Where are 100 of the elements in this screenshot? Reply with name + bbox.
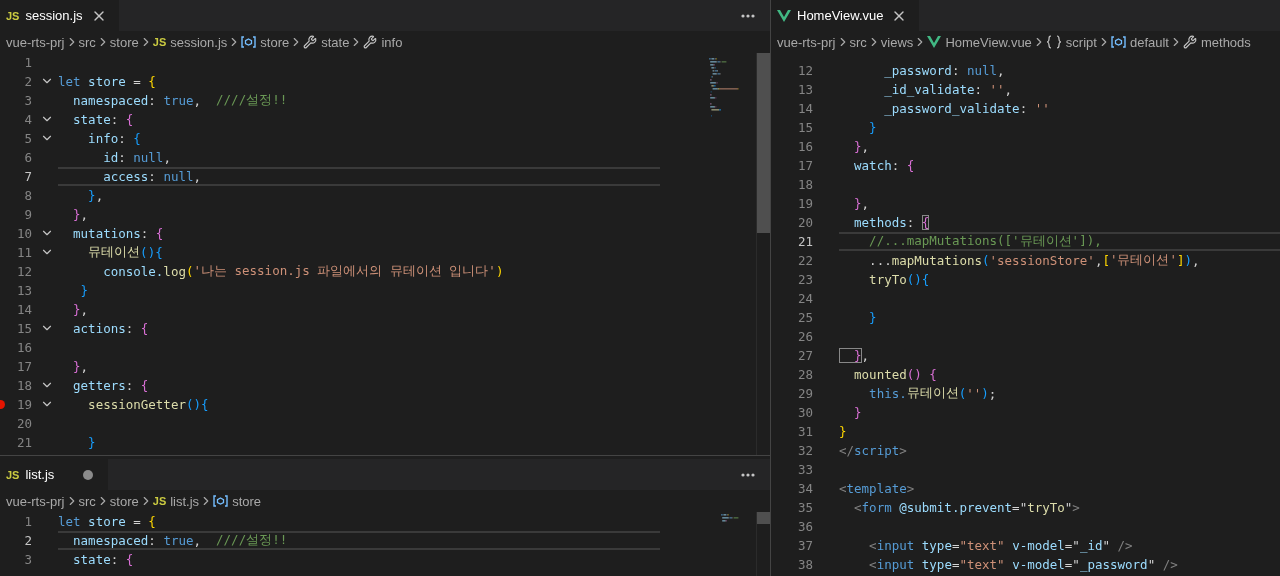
line-number: 36 (796, 519, 813, 534)
breadcrumb-item[interactable]: JS session.js (152, 34, 228, 50)
line-number: 29 (796, 386, 813, 401)
code-line: } (853, 404, 863, 422)
code-line: namespaced: true, ////설정!! (58, 531, 660, 550)
line-number: 30 (796, 405, 813, 420)
breadcrumb-item[interactable]: info (363, 34, 403, 50)
code-line: }, (72, 358, 90, 376)
scrollbar-thumb[interactable] (757, 512, 770, 524)
line-number: 25 (796, 310, 813, 325)
line-number: 34 (796, 481, 813, 496)
code-line: } (839, 423, 848, 441)
breadcrumb-item[interactable]: methods (1182, 34, 1251, 50)
code-line: sessionGetter(){ (87, 396, 210, 414)
code-line: }, (72, 206, 90, 224)
code-line: 뮤테이션(){ (87, 243, 164, 262)
line-number: 31 (796, 424, 813, 439)
wrench-icon (363, 35, 378, 49)
code-line: actions: { (72, 320, 150, 338)
code-line: id: null, (102, 149, 172, 167)
code-line: access: null, (58, 167, 660, 186)
line-number: 37 (796, 538, 813, 553)
line-number: 12 (796, 63, 813, 78)
braces-icon (1045, 35, 1062, 49)
code-line: ...mapMutations('sessionStore',['뮤테이션']), (868, 251, 1201, 270)
line-number: 15 (796, 120, 813, 135)
line-number: 23 (796, 272, 813, 287)
line-number: 24 (796, 291, 813, 306)
breadcrumb-item[interactable]: src (849, 34, 867, 50)
code-line: //...mapMutations(['뮤테이션']), (839, 232, 1280, 251)
breadcrumb-item[interactable]: default (1110, 34, 1169, 50)
code-line: tryTo(){ (868, 271, 931, 289)
line-number: 14 (796, 101, 813, 116)
more-icon (741, 13, 755, 18)
line-number: 6 (23, 150, 32, 165)
line-number: 11 (15, 245, 32, 260)
line-number: 7 (23, 169, 32, 184)
editor-tab[interactable]: JS session.js (0, 0, 119, 31)
js-file-icon: JS (6, 9, 20, 22)
wrench-icon (303, 35, 318, 49)
line-number: 13 (15, 283, 32, 298)
line-number: 21 (15, 435, 32, 450)
scrollbar-thumb[interactable] (757, 53, 770, 233)
breadcrumb-item[interactable]: src (78, 493, 96, 509)
breadcrumb-item[interactable]: JS list.js (152, 493, 200, 509)
tab-label: HomeView.vue (797, 8, 884, 23)
code-line: mutations: { (72, 225, 165, 243)
code-line: <input type="text" v-model="_id" /> (868, 537, 1134, 555)
js-file-icon: JS (152, 495, 167, 507)
code-line: console.log('나는 session.js 파일에서의 뮤테이션 입니다') (102, 262, 505, 281)
wrench-icon (1182, 35, 1197, 49)
line-number: 13 (796, 82, 813, 97)
line-number: 33 (796, 462, 813, 477)
editor-tab[interactable]: HomeView.vue (771, 0, 920, 31)
code-line: mounted() { (853, 366, 938, 384)
line-number: 19 (796, 196, 813, 211)
line-number: 2 (23, 533, 32, 548)
variable-icon (241, 36, 257, 48)
breadcrumb-item[interactable]: store (109, 34, 139, 50)
line-number: 17 (15, 359, 32, 374)
variable-icon (1110, 36, 1126, 48)
line-number: 18 (796, 177, 813, 192)
tab-label: session.js (25, 8, 83, 23)
line-number: 14 (15, 302, 32, 317)
line-number: 20 (796, 215, 813, 230)
code-line: namespaced: true, ////설정!! (72, 91, 289, 110)
code-line: } (868, 309, 878, 327)
code-line: <form @submit.prevent="tryTo"> (853, 499, 1081, 517)
line-number: 19 (15, 397, 32, 412)
breadcrumb-item[interactable]: vue-rts-prj (6, 34, 65, 50)
breadcrumb-item[interactable]: HomeView.vue (927, 34, 1032, 50)
line-number: 32 (796, 443, 813, 458)
breadcrumb-item[interactable]: script (1045, 34, 1097, 50)
variable-icon (213, 495, 229, 507)
breadcrumb-item[interactable]: views (880, 34, 914, 50)
line-number: 38 (796, 557, 813, 572)
code-line: } (79, 282, 90, 300)
breadcrumb-item[interactable]: vue-rts-prj (777, 34, 836, 50)
breadcrumb-item[interactable]: vue-rts-prj (6, 493, 65, 509)
line-number: 3 (23, 93, 32, 108)
code-line: }, (72, 301, 90, 319)
breadcrumb-item[interactable]: src (78, 34, 96, 50)
breadcrumb-item[interactable]: store (109, 493, 139, 509)
code-line: let store = { (58, 73, 157, 91)
breadcrumb-item[interactable]: store (241, 34, 290, 50)
breadcrumb-item[interactable]: store (213, 493, 262, 509)
line-number: 12 (15, 264, 32, 279)
code-line: state: { (72, 111, 135, 129)
line-number: 27 (796, 348, 813, 363)
code-line: state: { (72, 551, 135, 569)
code-line: } (87, 434, 97, 452)
js-file-icon: JS (6, 468, 20, 481)
code-line: _id_validate: '', (883, 81, 1014, 99)
breadcrumb-item[interactable]: state (303, 34, 350, 50)
editor-tab[interactable]: JS list.js (0, 459, 108, 490)
vue-logo-icon (777, 9, 791, 22)
code-line: _password: null, (883, 62, 1006, 80)
line-number: 20 (15, 416, 32, 431)
code-line: }, (839, 346, 1280, 365)
line-number: 10 (15, 226, 32, 241)
